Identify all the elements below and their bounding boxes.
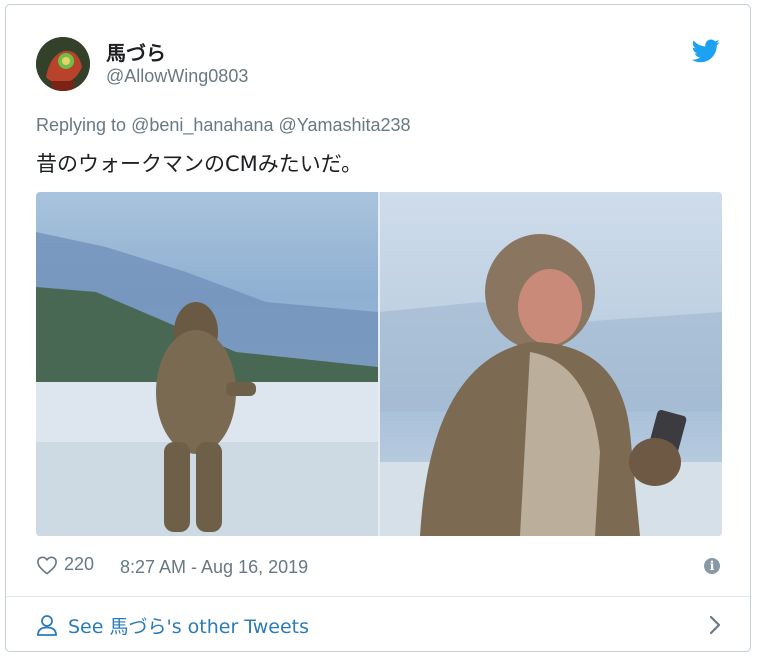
- timestamp[interactable]: 8:27 AM - Aug 16, 2019: [120, 557, 308, 578]
- photo-2[interactable]: [380, 192, 722, 536]
- like-count: 220: [64, 554, 95, 574]
- see-other-tweets-link[interactable]: See 馬づら's other Tweets: [36, 610, 722, 640]
- replying-prefix: Replying to: [36, 115, 127, 135]
- like-button[interactable]: 220: [36, 554, 94, 575]
- user-handle[interactable]: @AllowWing0803: [106, 66, 248, 87]
- chevron-right-icon: [709, 615, 721, 635]
- display-name[interactable]: 馬づら: [106, 37, 166, 66]
- media-grid: [36, 192, 722, 536]
- mention-link[interactable]: @beni_hanahana: [131, 115, 273, 135]
- tweet-text: 昔のウォークマンのCMみたいだ。: [36, 152, 363, 176]
- tweet-footer: 220 8:27 AM - Aug 16, 2019 i: [36, 552, 722, 582]
- photo-1[interactable]: [36, 192, 378, 536]
- info-icon[interactable]: i: [704, 558, 720, 574]
- divider: [6, 596, 750, 597]
- twitter-bird-icon[interactable]: [691, 39, 720, 63]
- tweet-card: 馬づら @AllowWing0803 Replying to @beni_han…: [5, 4, 751, 652]
- heart-icon: [37, 555, 57, 575]
- avatar[interactable]: [36, 37, 90, 91]
- see-other-tweets-label: See 馬づら's other Tweets: [68, 615, 310, 638]
- person-icon: [37, 615, 57, 636]
- replying-to: Replying to @beni_hanahana @Yamashita238: [36, 115, 411, 136]
- mention-link[interactable]: @Yamashita238: [279, 115, 411, 135]
